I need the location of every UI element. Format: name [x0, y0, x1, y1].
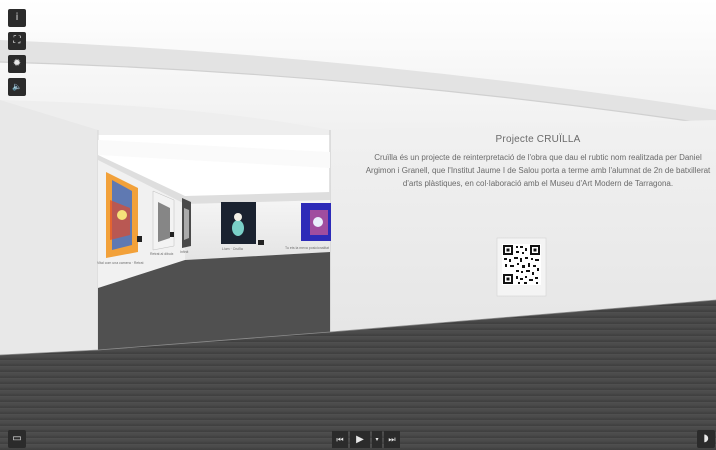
artwork-5 [301, 203, 331, 241]
skip-back-icon: ⏮ [336, 434, 344, 444]
fullscreen-button[interactable]: ⛶ [8, 32, 26, 50]
artwork-2 [152, 190, 175, 251]
chevron-down-icon: ▾ [375, 436, 379, 443]
artwork-caption: Llum · Cruïlla [222, 247, 243, 251]
play-icon: ▶ [356, 434, 364, 445]
fullscreen-icon: ⛶ [13, 35, 21, 46]
play-button[interactable]: ▶ [350, 431, 370, 448]
tour-menu-button[interactable]: ▾ [372, 431, 382, 448]
exhibit-wall-text: Projecte CRUÏLLA Cruïlla és un projecte … [358, 134, 716, 190]
map-icon: ▭ [12, 433, 22, 444]
exhibit-description: Cruïlla és un projecte de reinterpretaci… [365, 153, 711, 188]
artwork-caption: Infinit [180, 250, 189, 254]
artwork-caption: Tu ets la meva posicionalitat [285, 246, 330, 250]
tour-player-controls: ⏮ ▶ ▾ ⏭ [332, 431, 400, 448]
info-icon: i [15, 12, 19, 23]
gallery-viewport[interactable]: i ⛶ ✹ 🔈 Projecte CRUÏLLA Cruïlla és un p… [0, 0, 716, 450]
artwork-caption: Retrat al dibuix [150, 252, 174, 256]
exhibit-title: Projecte CRUÏLLA [495, 134, 581, 145]
artwork-caption: Vital com una camera · Retrat [97, 261, 144, 265]
info-button[interactable]: i [8, 9, 26, 27]
qr-code [496, 237, 547, 297]
speaker-icon: 🔈 [12, 82, 22, 91]
map-button[interactable]: ▭ [8, 430, 26, 448]
inner-room-ceiling [98, 140, 330, 168]
previous-button[interactable]: ⏮ [332, 431, 348, 448]
next-button[interactable]: ⏭ [384, 431, 400, 448]
skip-forward-icon: ⏭ [388, 434, 396, 444]
gear-icon: ✹ [12, 58, 22, 69]
gallery-scene [0, 0, 716, 450]
vr-mode-button[interactable]: ◗ [697, 430, 715, 448]
left-near-wall [0, 100, 98, 355]
sound-button[interactable]: 🔈 [8, 78, 26, 96]
headset-icon: ◗ [703, 433, 709, 444]
artwork-3 [182, 198, 191, 248]
settings-button[interactable]: ✹ [8, 55, 26, 73]
